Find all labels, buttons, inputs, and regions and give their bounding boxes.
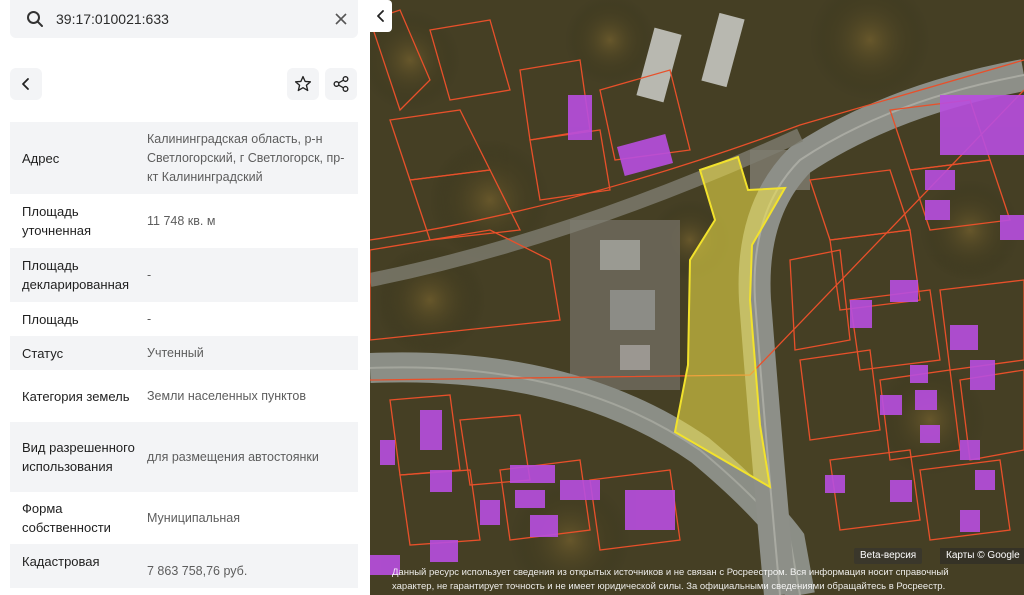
- attribute-row-ownership: Форма собственности Муниципальная: [10, 492, 358, 544]
- attribute-row-land-category: Категория земель Земли населенных пункто…: [10, 370, 358, 422]
- disclaimer-line: Данный ресурс использует сведения из отк…: [392, 567, 949, 578]
- attribute-label: Форма собственности: [22, 501, 111, 535]
- chevron-left-icon: [377, 10, 384, 22]
- attribute-label: Адрес: [22, 150, 60, 166]
- attribute-value: 11 748 кв. м: [147, 213, 216, 228]
- star-icon: [294, 75, 312, 92]
- collapse-panel-button[interactable]: [370, 0, 392, 32]
- disclaimer-line: характер, не гарантирует точность и не и…: [392, 581, 946, 592]
- attribute-value: -: [147, 267, 152, 282]
- favorite-button[interactable]: [287, 68, 319, 100]
- attribute-label: Статус: [22, 345, 64, 361]
- share-button[interactable]: [325, 68, 357, 100]
- map-disclaimer: Данный ресурс использует сведения из отк…: [392, 566, 1024, 595]
- parcel-attributes-table: Адрес Калининградская область, р-н Светл…: [10, 122, 358, 588]
- attribute-row-area-declared: Площадь декларированная -: [10, 248, 358, 302]
- share-icon: [333, 76, 349, 92]
- attribute-label: Площадь уточненная: [22, 204, 92, 238]
- back-button[interactable]: [10, 68, 42, 100]
- attribute-value: Земли населенных пунктов: [147, 388, 306, 403]
- attribute-value: Учтенный: [147, 345, 204, 360]
- satellite-map[interactable]: [370, 0, 1024, 595]
- beta-badge: Beta-версия: [854, 548, 923, 564]
- attribute-value: 7 863 758,76 руб.: [147, 564, 248, 578]
- attribute-row-area-refined: Площадь уточненная 11 748 кв. м: [10, 194, 358, 248]
- attribute-row-area: Площадь -: [10, 302, 358, 336]
- attribute-label: Кадастровая: [22, 554, 100, 569]
- attribute-value: Муниципальная: [147, 510, 240, 525]
- attribute-value: для размещения автостоянки: [147, 449, 319, 464]
- search-input[interactable]: [56, 6, 326, 32]
- attribute-row-status: Статус Учтенный: [10, 336, 358, 370]
- attribute-row-cadastral-value: Кадастровая 7 863 758,76 руб.: [10, 544, 358, 588]
- attribute-row-address: Адрес Калининградская область, р-н Светл…: [10, 122, 358, 194]
- map-canvas[interactable]: [370, 0, 1024, 595]
- attribute-label: Категория земель: [22, 388, 130, 404]
- attribute-label: Площадь: [22, 311, 79, 327]
- map-attribution[interactable]: Карты © Google: [940, 548, 1024, 564]
- search-icon[interactable]: [26, 10, 44, 28]
- chevron-left-icon: [22, 78, 29, 90]
- attribute-row-permitted-use: Вид разрешенного использования для разме…: [10, 422, 358, 492]
- attribute-value: Калининградская область, р-н Светлогорск…: [147, 131, 345, 184]
- parcel-info-panel: Адрес Калининградская область, р-н Светл…: [0, 0, 370, 595]
- attribute-value: -: [147, 311, 152, 326]
- attribute-label: Вид разрешенного использования: [22, 440, 135, 474]
- search-bar: [10, 0, 358, 38]
- attribute-label: Площадь декларированная: [22, 258, 130, 292]
- close-icon[interactable]: [334, 12, 348, 26]
